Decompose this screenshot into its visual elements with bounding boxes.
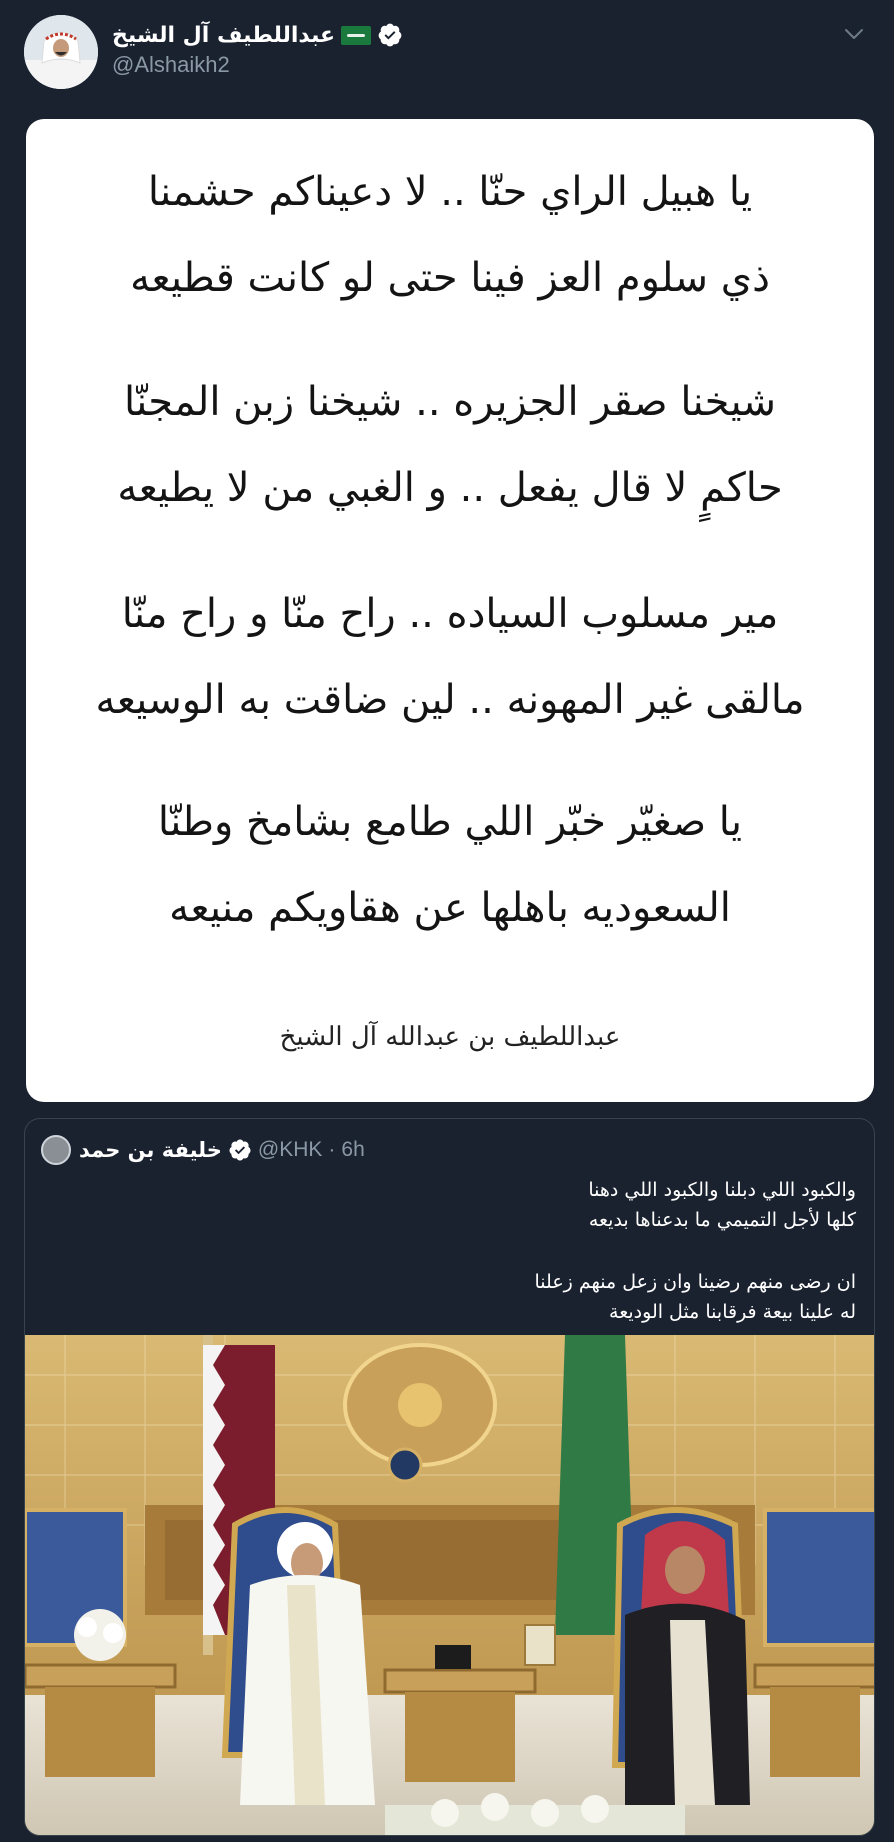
quoted-text-line: له علينا بيعة فرقابنا مثل الوديعة [609, 1301, 856, 1323]
poem-stanza-3: مير مسلوب السياده .. راح منّا و راح منّا… [26, 571, 874, 743]
majlis-photo [25, 1335, 874, 1835]
poem-line: مالقى غير المهونه .. لين ضاقت به الوسيعه [95, 677, 805, 723]
poem-line: شيخنا صقر الجزيره .. شيخنا زبن المجنّا [123, 379, 777, 425]
poem-line: مير مسلوب السياده .. راح منّا و راح منّا [121, 591, 779, 637]
quoted-tweet-photo[interactable] [25, 1335, 874, 1835]
quoted-author-name[interactable]: خليفة بن حمد [79, 1138, 222, 1162]
poem-stanza-1: يا هبيل الراي حنّا .. لا دعيناكم حشمنا ذ… [26, 149, 874, 321]
tweet-header: عبداللطيف آل الشيخ @Alshaikh2 [0, 0, 894, 110]
quoted-text-line [56, 1235, 856, 1267]
poem-stanza-4: يا صغيّر خبّر اللي طامع بشامخ وطنّا السع… [26, 779, 874, 951]
quoted-author-row[interactable]: خليفة بن حمد @KHK · 6h [79, 1135, 365, 1165]
quoted-tweet-text: والكبود اللي دبلنا والكبود اللي دهنا كله… [56, 1175, 856, 1327]
poem-line: ذي سلوم العز فينا حتى لو كانت قطيعه [130, 255, 770, 301]
quoted-tweet-time[interactable]: 6h [341, 1138, 364, 1162]
saudi-flag-icon [341, 25, 372, 45]
poem-stanza-2: شيخنا صقر الجزيره .. شيخنا زبن المجنّا ح… [26, 359, 874, 531]
author-avatar[interactable] [24, 15, 98, 89]
verified-badge-icon [229, 1139, 251, 1161]
author-name-row[interactable]: عبداللطيف آل الشيخ [112, 18, 403, 52]
verified-badge-icon [378, 23, 402, 47]
tweet-media-image[interactable]: يا هبيل الراي حنّا .. لا دعيناكم حشمنا ذ… [26, 119, 874, 1102]
quoted-text-line: والكبود اللي دبلنا والكبود اللي دهنا [588, 1179, 856, 1201]
poem-line: يا صغيّر خبّر اللي طامع بشامخ وطنّا [157, 799, 743, 845]
quoted-tweet[interactable]: خليفة بن حمد @KHK · 6h والكبود اللي دبلن… [24, 1118, 875, 1836]
poem-line: السعوديه باهلها عن هقاويكم منيعه [169, 885, 731, 931]
author-handle[interactable]: @Alshaikh2 [112, 52, 230, 78]
poem-line: يا هبيل الراي حنّا .. لا دعيناكم حشمنا [147, 169, 753, 215]
quoted-author-avatar[interactable] [41, 1135, 71, 1165]
poem-signature: عبداللطيف بن عبدالله آل الشيخ [279, 1022, 621, 1052]
quoted-text-line: ان رضى منهم رضينا وان زعل منهم زعلنا [534, 1271, 856, 1293]
quoted-text-line: كلها لأجل التميمي ما بدعناها بديعه [588, 1209, 856, 1231]
author-name[interactable]: عبداللطيف آل الشيخ [112, 23, 335, 48]
chevron-down-icon[interactable] [842, 22, 866, 46]
quoted-author-handle[interactable]: @KHK [258, 1138, 323, 1162]
meta-separator: · [328, 1138, 336, 1161]
poem-line: حاكمٍ لا قال يفعل .. و الغبي من لا يطيعه [117, 465, 783, 511]
